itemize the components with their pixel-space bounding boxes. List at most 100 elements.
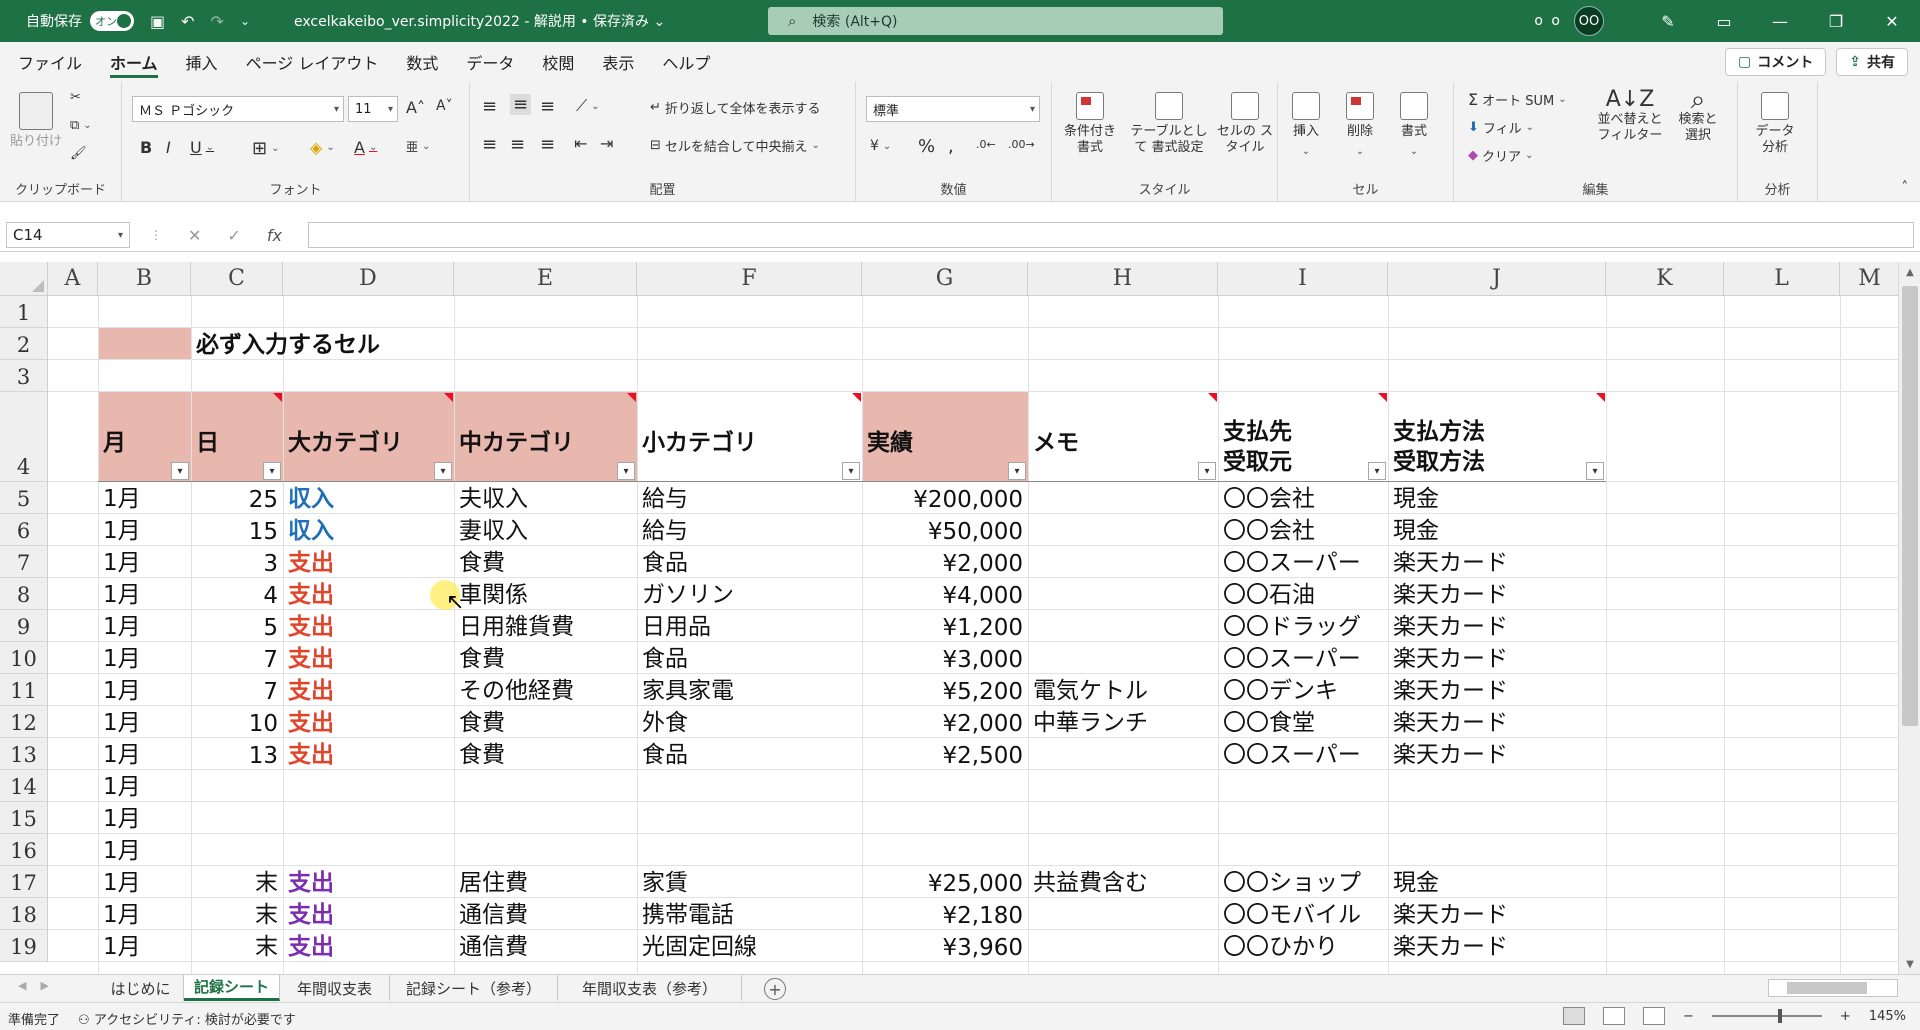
zoom-slider[interactable] [1711, 1009, 1822, 1023]
table-cell[interactable]: 末 [191, 930, 283, 962]
table-cell[interactable] [191, 770, 283, 802]
table-cell[interactable] [1028, 834, 1218, 866]
table-cell[interactable]: 楽天カード [1388, 706, 1606, 738]
column-header[interactable]: I [1218, 262, 1388, 296]
add-sheet-button[interactable]: + [764, 978, 786, 1000]
table-cell[interactable]: 1月 [98, 770, 191, 802]
sheet-tab-annual-ref[interactable]: 年間収支表（参考） [558, 975, 742, 1001]
table-cell[interactable]: 〇〇スーパー [1218, 738, 1388, 770]
table-cell[interactable]: 5 [191, 610, 283, 642]
category-expense[interactable]: 支出 [283, 642, 454, 674]
category-fixed-expense[interactable]: 支出 [283, 898, 454, 930]
category-expense[interactable]: 支出 [283, 578, 454, 610]
decrease-indent-icon[interactable]: ⇤ [574, 134, 587, 153]
table-cell[interactable]: 1月 [98, 738, 191, 770]
row-header[interactable]: 8 [0, 578, 48, 610]
phonetic-icon[interactable]: 亜 ⌄ [406, 138, 430, 155]
table-cell[interactable]: 光固定回線 [637, 930, 862, 962]
horizontal-scrollbar[interactable] [1768, 979, 1898, 997]
decrease-font-icon[interactable]: A˅ [436, 98, 453, 114]
border-icon[interactable]: ⊞ ⌄ [252, 138, 279, 159]
column-header[interactable]: F [637, 262, 862, 296]
cut-icon[interactable]: ✂ [70, 90, 81, 105]
bold-icon[interactable]: B [140, 138, 152, 157]
table-cell[interactable]: 〇〇会社 [1218, 482, 1388, 514]
autosave-toggle[interactable]: オン [90, 11, 134, 31]
table-cell[interactable] [1028, 738, 1218, 770]
column-header[interactable]: A [48, 262, 98, 296]
table-cell[interactable]: ¥25,000 [862, 866, 1028, 898]
delete-cells-button[interactable]: 削除 ⌄ [1346, 92, 1374, 160]
table-cell[interactable]: 1月 [98, 706, 191, 738]
table-cell[interactable]: 〇〇スーパー [1218, 546, 1388, 578]
column-header[interactable]: M [1840, 262, 1898, 296]
collapse-ribbon-icon[interactable]: ˄ [1902, 180, 1909, 195]
underline-icon[interactable]: U ⌄ [190, 138, 214, 157]
table-cell[interactable] [1028, 546, 1218, 578]
column-header[interactable]: C [191, 262, 283, 296]
table-cell[interactable]: 電気ケトル [1028, 674, 1218, 706]
table-cell[interactable]: ¥2,000 [862, 546, 1028, 578]
table-cell[interactable]: 1月 [98, 834, 191, 866]
table-cell[interactable] [1028, 930, 1218, 962]
conditional-format-button[interactable]: 条件付き 書式 [1060, 92, 1120, 156]
filter-dropdown-button[interactable]: ▾ [842, 462, 860, 480]
tab-page-layout[interactable]: ページ レイアウト [232, 42, 393, 82]
row-header[interactable]: 4 [0, 392, 48, 482]
table-cell[interactable]: 中華ランチ [1028, 706, 1218, 738]
formula-input[interactable] [308, 222, 1914, 248]
table-cell[interactable] [1028, 770, 1218, 802]
column-header[interactable]: D [283, 262, 454, 296]
table-cell[interactable]: 楽天カード [1388, 578, 1606, 610]
select-all-corner[interactable] [0, 262, 48, 296]
zoom-in-icon[interactable]: + [1840, 1009, 1851, 1024]
row-header[interactable]: 15 [0, 802, 48, 834]
table-cell[interactable]: 夫収入 [454, 482, 637, 514]
table-cell[interactable]: 給与 [637, 514, 862, 546]
row-header[interactable]: 10 [0, 642, 48, 674]
table-cell[interactable]: 〇〇食堂 [1218, 706, 1388, 738]
table-cell[interactable]: 3 [191, 546, 283, 578]
table-cell[interactable]: その他経費 [454, 674, 637, 706]
normal-view-icon[interactable] [1563, 1007, 1586, 1025]
wrap-text-button[interactable]: ↵ 折り返して全体を表示する [650, 98, 821, 117]
table-cell[interactable]: 共益費含む [1028, 866, 1218, 898]
font-size-select[interactable]: 11 ▾ [348, 96, 398, 122]
table-cell[interactable] [1028, 482, 1218, 514]
prev-sheet-icon[interactable]: ◀ [18, 979, 26, 992]
category-income[interactable]: 収入 [283, 514, 454, 546]
table-cell[interactable]: 現金 [1388, 482, 1606, 514]
column-header[interactable]: E [454, 262, 637, 296]
increase-font-icon[interactable]: A˄ [406, 98, 425, 117]
table-cell[interactable]: 10 [191, 706, 283, 738]
table-cell[interactable]: 末 [191, 866, 283, 898]
merge-center-button[interactable]: ⊟ セルを結合して中央揃え ⌄ [650, 136, 820, 155]
minimize-icon[interactable]: — [1752, 12, 1808, 31]
save-icon[interactable]: ▣ [150, 12, 165, 31]
cell-styles-button[interactable]: セルの スタイル [1216, 92, 1274, 156]
table-cell[interactable]: 〇〇石油 [1218, 578, 1388, 610]
column-header[interactable]: L [1724, 262, 1840, 296]
page-layout-view-icon[interactable] [1603, 1007, 1626, 1025]
table-cell[interactable]: ¥200,000 [862, 482, 1028, 514]
fill-button[interactable]: ⬇ フィル ⌄ [1468, 118, 1534, 137]
table-cell[interactable] [191, 802, 283, 834]
table-cell[interactable]: 〇〇モバイル [1218, 898, 1388, 930]
cancel-icon[interactable]: ✕ [188, 226, 201, 245]
table-cell[interactable]: 居住費 [454, 866, 637, 898]
table-cell[interactable]: 食費 [454, 642, 637, 674]
name-box[interactable]: C14 ▾ [6, 222, 130, 248]
customize-toolbar-icon[interactable]: ⌄ [240, 14, 250, 28]
row-header[interactable]: 7 [0, 546, 48, 578]
row-header[interactable]: 9 [0, 610, 48, 642]
category-expense[interactable]: 支出 [283, 674, 454, 706]
table-cell[interactable] [1218, 802, 1388, 834]
filter-dropdown-button[interactable]: ▾ [617, 462, 635, 480]
column-header[interactable]: H [1028, 262, 1218, 296]
table-cell[interactable]: 1月 [98, 610, 191, 642]
format-as-table-button[interactable]: テーブルとして 書式設定 [1126, 92, 1212, 156]
table-cell[interactable]: 楽天カード [1388, 642, 1606, 674]
autosum-button[interactable]: Σ オート SUM ⌄ [1468, 90, 1567, 109]
row-header[interactable]: 2 [0, 328, 48, 360]
table-cell[interactable]: ¥3,960 [862, 930, 1028, 962]
